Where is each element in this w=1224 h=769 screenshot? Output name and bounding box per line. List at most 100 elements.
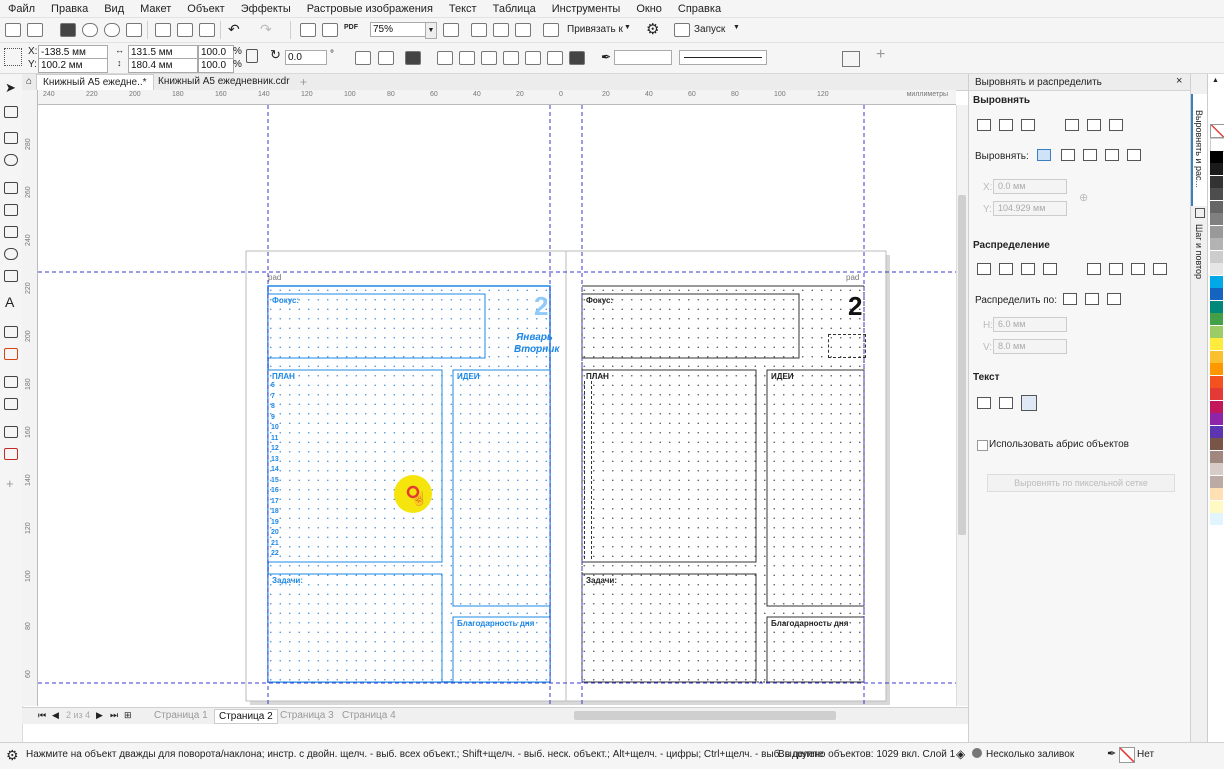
connector-tool-icon[interactable] xyxy=(4,348,18,360)
cloud-download-icon[interactable] xyxy=(104,23,120,37)
line-style-dropdown[interactable] xyxy=(679,50,767,65)
vertical-ruler[interactable]: 280 260 240 220 200 180 160 140 120 100 80 60 xyxy=(22,90,38,706)
chevron-down-icon[interactable]: ▼ xyxy=(733,24,740,31)
import-icon[interactable] xyxy=(300,23,316,37)
text-align-last-line-icon[interactable] xyxy=(999,397,1013,409)
object-origin-icon[interactable] xyxy=(4,48,22,66)
gear-icon[interactable]: ⚙ xyxy=(6,747,19,764)
save-icon[interactable] xyxy=(60,23,76,37)
color-swatch[interactable] xyxy=(1210,225,1223,238)
docker-v-spacing-field[interactable]: 8.0 мм xyxy=(993,339,1067,354)
full-screen-icon[interactable] xyxy=(443,23,459,37)
show-guides-icon[interactable] xyxy=(515,23,531,37)
no-outline-swatch[interactable] xyxy=(1119,747,1135,763)
next-page-icon[interactable]: ▶ xyxy=(96,710,103,721)
outline-width-field[interactable] xyxy=(614,50,672,65)
print-icon[interactable] xyxy=(126,23,142,37)
menu-item[interactable]: Текст xyxy=(441,3,485,15)
color-swatch[interactable] xyxy=(1210,450,1223,463)
tab-step-repeat[interactable]: Шаг и повтор xyxy=(1194,224,1204,279)
publish-pdf-icon[interactable]: PDF xyxy=(344,24,358,31)
color-swatch[interactable] xyxy=(1210,288,1223,300)
new-document-icon[interactable] xyxy=(5,23,21,37)
polygon-tool-icon[interactable] xyxy=(4,270,18,282)
rectangle-tool-icon[interactable] xyxy=(4,226,18,238)
color-swatch[interactable] xyxy=(1210,313,1223,325)
mirror-horizontal-icon[interactable] xyxy=(355,51,371,65)
group-icon[interactable] xyxy=(405,51,421,65)
color-swatch[interactable] xyxy=(1210,513,1223,525)
color-swatch[interactable] xyxy=(1210,188,1223,200)
color-swatch[interactable] xyxy=(1210,238,1223,250)
fill-swatch[interactable] xyxy=(972,748,982,758)
menu-item[interactable]: Справка xyxy=(670,3,729,15)
scale-y-field[interactable]: 100.0 xyxy=(198,58,234,73)
menu-item[interactable]: Вид xyxy=(96,3,132,15)
page-tab-2[interactable]: Страница 2 xyxy=(214,709,278,724)
drop-shadow-icon[interactable] xyxy=(4,376,18,388)
copy-icon[interactable] xyxy=(177,23,193,37)
distribute-right-icon[interactable] xyxy=(1043,263,1057,275)
menu-item[interactable]: Растровые изображения xyxy=(299,3,441,15)
align-center-v-icon[interactable] xyxy=(1087,119,1101,131)
eyedropper-icon[interactable] xyxy=(4,426,18,438)
y-position-field[interactable]: 100.2 мм xyxy=(38,58,108,73)
menu-item[interactable]: Эффекты xyxy=(233,3,299,15)
menu-item[interactable]: Правка xyxy=(43,3,96,15)
color-swatch[interactable] xyxy=(1210,350,1223,363)
zoom-tool-icon[interactable] xyxy=(4,154,18,166)
text-tool-icon[interactable]: A xyxy=(5,294,14,310)
mirror-vertical-icon[interactable] xyxy=(378,51,394,65)
page-tab-1[interactable]: Страница 1 xyxy=(150,709,212,722)
interactive-fill-icon[interactable] xyxy=(4,448,18,460)
vertical-scrollbar[interactable] xyxy=(956,105,968,706)
freehand-tool-icon[interactable] xyxy=(4,182,18,194)
vertical-scroll-thumb[interactable] xyxy=(958,195,966,535)
drawing-canvas[interactable]: pad Фокус: 2 Январь Вторник ПЛАН ИДЕИ За… xyxy=(38,105,956,706)
close-icon[interactable]: × xyxy=(1176,75,1182,87)
horizontal-ruler[interactable]: миллиметры 240 220 200 180 160 140 120 100 80 60 4… xyxy=(37,90,956,105)
parallel-dimension-icon[interactable] xyxy=(4,326,18,338)
color-swatch[interactable] xyxy=(1210,425,1223,438)
distribute-bottom-icon[interactable] xyxy=(1153,263,1167,275)
align-to-page-center-icon[interactable] xyxy=(1083,149,1097,161)
zoom-dropdown-icon[interactable]: ▼ xyxy=(425,22,437,39)
distribute-spacing-v-icon[interactable] xyxy=(1131,263,1145,275)
color-swatch[interactable] xyxy=(1210,438,1223,450)
distribute-left-icon[interactable] xyxy=(977,263,991,275)
cut-icon[interactable] xyxy=(155,23,171,37)
gear-icon[interactable]: ⚙ xyxy=(646,20,659,38)
pick-tool-icon[interactable]: ➤ xyxy=(5,80,16,96)
ellipse-tool-icon[interactable] xyxy=(4,248,18,260)
cloud-upload-icon[interactable] xyxy=(82,23,98,37)
show-rulers-icon[interactable] xyxy=(471,23,487,37)
add-tab-icon[interactable]: + xyxy=(300,75,307,89)
paste-icon[interactable] xyxy=(199,23,215,37)
menu-item[interactable]: Объект xyxy=(179,3,232,15)
align-to-page-edge-icon[interactable] xyxy=(1061,149,1075,161)
combine-icon[interactable] xyxy=(481,51,497,65)
align-bottom-icon[interactable] xyxy=(1109,119,1123,131)
distribute-to-spacing-icon[interactable] xyxy=(1107,293,1121,305)
align-top-icon[interactable] xyxy=(1065,119,1079,131)
distribute-spacing-h-icon[interactable] xyxy=(1021,263,1035,275)
color-swatch[interactable] xyxy=(1210,275,1223,288)
color-swatch[interactable] xyxy=(1210,338,1223,350)
color-swatch[interactable] xyxy=(1210,488,1223,500)
palette-arrow-up-icon[interactable]: ▲ xyxy=(1212,77,1219,84)
outline-checkbox[interactable] xyxy=(977,440,988,451)
distribute-center-v-icon[interactable] xyxy=(1109,263,1123,275)
wrap-text-icon[interactable] xyxy=(842,51,860,67)
add-page-icon[interactable]: ⊞ xyxy=(124,710,132,721)
color-swatch[interactable] xyxy=(1210,375,1223,388)
color-swatch[interactable] xyxy=(1210,388,1223,400)
zoom-level-field[interactable]: 75% xyxy=(370,22,430,37)
color-swatch[interactable] xyxy=(1210,325,1223,338)
snap-icon[interactable] xyxy=(543,23,559,37)
crop-tool-icon[interactable] xyxy=(4,132,18,144)
rotation-angle-field[interactable]: 0.0 xyxy=(285,50,327,65)
pen-outline-icon[interactable]: ✒ xyxy=(601,50,611,64)
color-swatch[interactable] xyxy=(1210,475,1223,488)
first-page-icon[interactable]: ⏮ xyxy=(38,710,46,721)
color-swatch[interactable] xyxy=(1210,463,1223,475)
